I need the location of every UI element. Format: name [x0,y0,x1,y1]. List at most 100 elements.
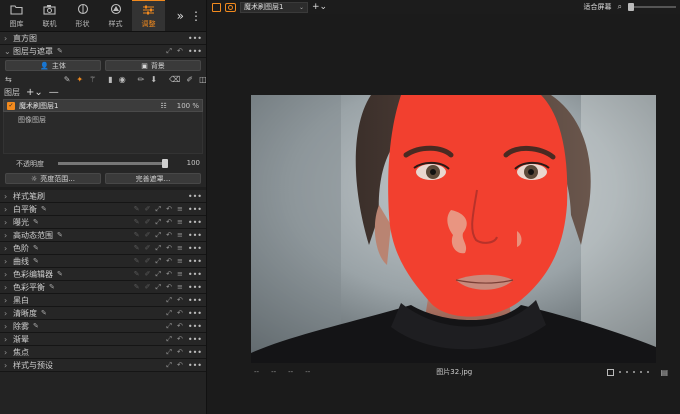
brush-icon[interactable]: ✎ [33,322,39,330]
brush-icon[interactable]: ✎ [57,47,63,55]
layer-select[interactable]: 魔术刷图层1 ⌄ [240,1,308,13]
tool-section[interactable]: › 样式笔刷 ••• [0,190,206,203]
picker-icon[interactable]: ✐ [145,257,151,265]
color-tag-icon[interactable]: ▤ [660,368,668,377]
zoom-label[interactable]: 适合屏幕 [584,2,612,12]
reset-icon[interactable]: ↶ [177,348,183,356]
tab-library[interactable]: 图库 [0,0,33,31]
reset-icon[interactable]: ↶ [166,270,172,278]
tab-style[interactable]: 样式 [99,0,132,31]
reset-icon[interactable]: ↶ [177,296,183,304]
copy-icon[interactable]: ⤢ [155,205,161,214]
opacity-value-input[interactable]: 100 [174,159,202,169]
copy-icon[interactable]: ⤢ [155,257,161,266]
picker-icon[interactable]: ✐ [145,244,151,252]
layer-opacity-icon[interactable]: ☷ [160,102,166,110]
reset-icon[interactable]: ↶ [166,283,172,291]
tool-section[interactable]: › 渐晕 ⤢ ↶ ••• [0,333,206,346]
tool-section[interactable]: › 曝光 ✎ ✎ ✐ ⤢ ↶ ≡ ••• [0,216,206,229]
expand-tabs-icon[interactable]: » [177,9,184,23]
frame-icon[interactable] [607,368,615,376]
copy-icon[interactable]: ⤢ [166,322,172,331]
rating-dot[interactable] [647,371,650,373]
tool-section[interactable]: › 色彩编辑器 ✎ ✎ ✐ ⤢ ↶ ≡ ••• [0,268,206,281]
more-icon[interactable]: ••• [188,205,202,214]
layer-visible-checkbox[interactable]: ✓ [7,101,15,110]
rating-dot[interactable] [619,371,622,373]
swap-icon[interactable]: ⇆ [5,75,12,84]
reset-icon[interactable]: ↶ [177,47,183,55]
more-icon[interactable]: ••• [188,218,202,227]
more-icon[interactable]: ••• [188,309,202,318]
rating-dot[interactable] [633,371,636,373]
copy-icon[interactable]: ⤢ [155,231,161,240]
rating-dot[interactable] [626,371,629,373]
brush-icon[interactable]: ✎ [134,231,140,239]
brush-icon[interactable]: ✎ [57,231,63,239]
linear-gradient-icon[interactable]: ▮ [108,75,112,84]
tool-section[interactable]: › 焦点 ⤢ ↶ ••• [0,346,206,359]
brush-icon[interactable]: ✎ [134,244,140,252]
opacity-slider-knob[interactable] [162,159,168,168]
clear-mask-icon[interactable]: ◫ [199,75,207,84]
copy-icon[interactable]: ⤢ [166,296,172,305]
zoom-slider-knob[interactable] [628,3,634,11]
brush-icon[interactable]: ✎ [33,244,39,252]
copy-icon[interactable]: ⤢ [155,244,161,253]
add-layer-icon[interactable]: +⌄ [312,2,327,12]
luma-range-button[interactable]: ☼ 亮度范围... [5,173,101,184]
list-icon[interactable]: ≡ [177,270,183,278]
more-icon[interactable]: ••• [188,361,202,370]
more-icon[interactable]: ••• [188,270,202,279]
opacity-slider[interactable] [58,159,168,168]
brush-icon[interactable]: ✎ [33,257,39,265]
brush-icon[interactable]: ✎ [134,283,140,291]
list-icon[interactable]: ≡ [177,244,183,252]
tool-section[interactable]: › 白平衡 ✎ ✎ ✐ ⤢ ↶ ≡ ••• [0,203,206,216]
more-menu-icon[interactable]: ⋮ [190,9,202,23]
reset-icon[interactable]: ↶ [177,335,183,343]
picker-icon[interactable]: ✐ [145,270,151,278]
copy-icon[interactable]: ⤢ [166,335,172,344]
brush-icon[interactable]: ✎ [41,205,47,213]
magic-brush-icon[interactable]: ✦ [76,75,83,84]
brush-icon[interactable]: ✎ [134,257,140,265]
tool-section[interactable]: › 色阶 ✎ ✎ ✐ ⤢ ↶ ≡ ••• [0,242,206,255]
picker-icon[interactable]: ✐ [145,283,151,291]
more-icon[interactable]: ••• [188,348,202,357]
magic-wand-icon[interactable]: ⚚ [89,75,96,84]
tool-section[interactable]: › 黑白 ⤢ ↶ ••• [0,294,206,307]
more-icon[interactable]: ••• [188,257,202,266]
list-icon[interactable]: ≡ [177,231,183,239]
reset-icon[interactable]: ↶ [177,322,183,330]
copy-icon[interactable]: ⤢ [155,218,161,227]
tool-section[interactable]: › 样式与预设 ⤢ ↶ ••• [0,359,206,372]
copy-icon[interactable]: ⤢ [166,47,172,56]
tab-adjust[interactable]: 调整 [132,0,165,31]
tool-section[interactable]: › 曲线 ✎ ✎ ✐ ⤢ ↶ ≡ ••• [0,255,206,268]
copy-icon[interactable]: ⤢ [166,348,172,357]
brush-icon[interactable]: ✎ [49,283,55,291]
single-view-icon[interactable] [212,2,221,12]
tool-section[interactable]: › 色彩平衡 ✎ ✎ ✐ ⤢ ↶ ≡ ••• [0,281,206,294]
photo-viewer[interactable] [251,95,656,363]
reset-icon[interactable]: ↶ [166,257,172,265]
brush-icon[interactable]: ✎ [41,309,47,317]
more-icon[interactable]: ••• [188,322,202,331]
picker-icon[interactable]: ✐ [145,231,151,239]
erase-icon[interactable]: ⌫ [169,75,180,84]
tool-section[interactable]: › 除雾 ✎ ⤢ ↶ ••• [0,320,206,333]
copy-icon[interactable]: ⤢ [166,361,172,370]
picker-icon[interactable]: ✐ [145,205,151,213]
section-histogram[interactable]: › 直方图 ••• [0,32,206,45]
list-icon[interactable]: ≡ [177,257,183,265]
section-layers-masks[interactable]: ⌄ 图层与遮罩 ✎ ⤢ ↶ ••• [0,45,206,58]
layer-item[interactable]: ✓ 魔术刷图层1 ☷ 100 % [3,99,203,112]
more-icon[interactable]: ••• [188,335,202,344]
reset-icon[interactable]: ↶ [177,309,183,317]
brush-icon[interactable]: ✎ [33,218,39,226]
copy-icon[interactable]: ⤢ [166,309,172,318]
refine-mask-button[interactable]: 完善遮罩... [105,173,201,184]
radial-gradient-icon[interactable]: ◉ [119,75,126,84]
list-icon[interactable]: ≡ [177,283,183,291]
